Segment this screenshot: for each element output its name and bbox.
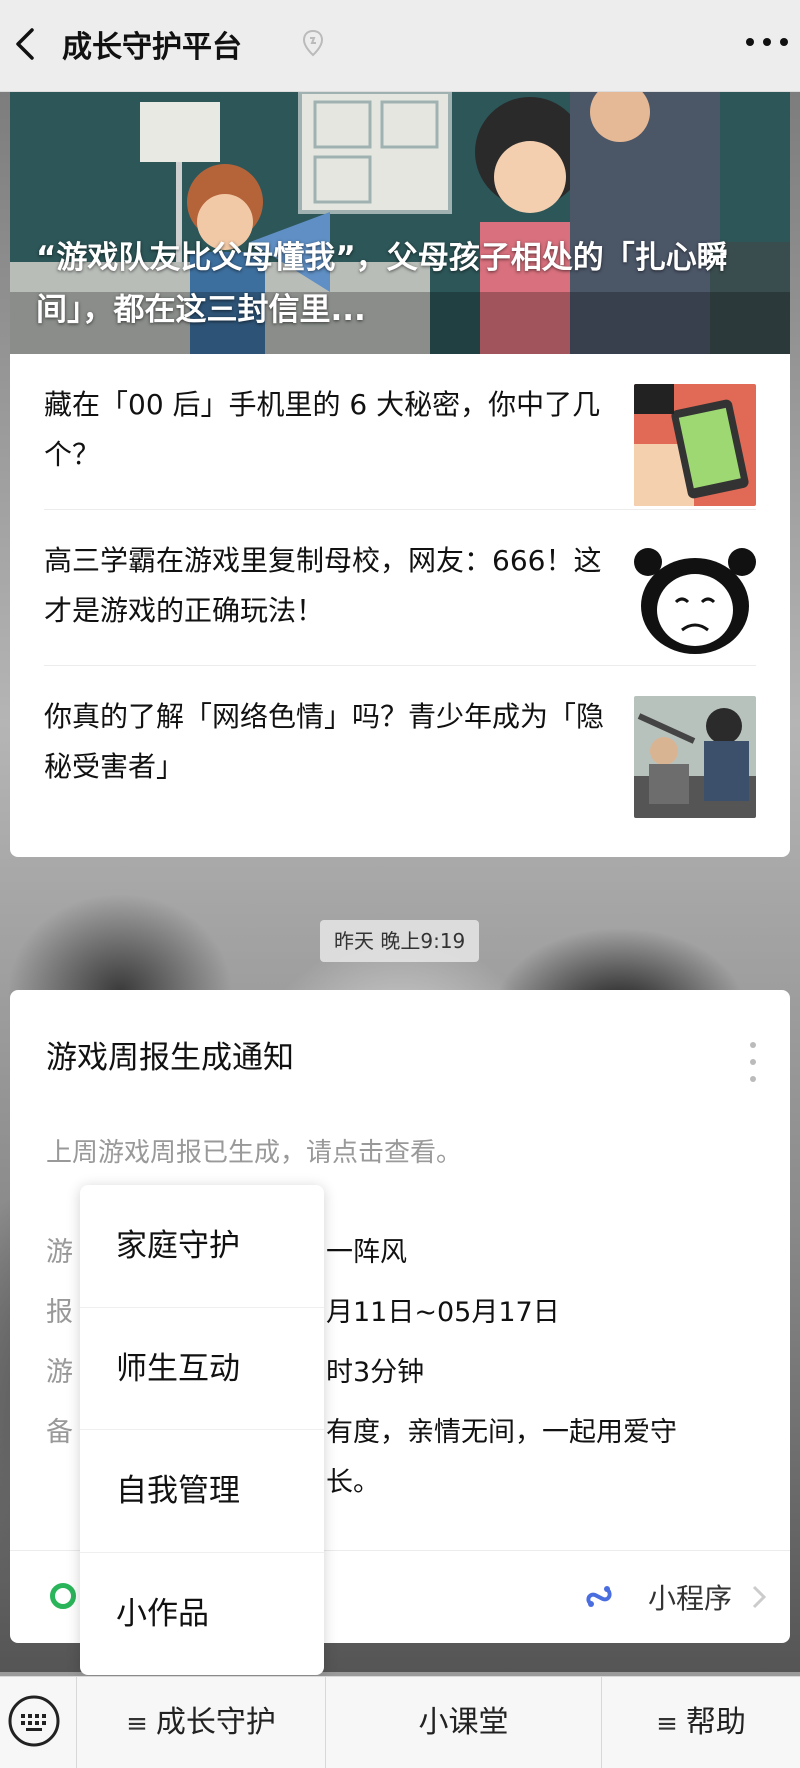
notification-title: 游戏周报生成通知 [46,1040,294,1076]
article-thumbnail [634,696,756,818]
more-options-icon[interactable] [744,36,790,48]
menu-tab-label: 帮助 [685,1705,746,1740]
field-value: 月11日~05月17日 [326,1297,560,1328]
cover-image[interactable]: “游戏队友比父母懂我”，父母孩子相处的「扎心瞬间」，都在这三封信里... [10,92,790,354]
article-title: 你真的了解「网络色情」吗？青少年成为「隐秘受害者」 [44,700,605,783]
menu-list-icon: ≡ [656,1709,678,1739]
menu-tab-label: 小课堂 [418,1705,509,1740]
article-thumbnail [634,384,756,506]
article-thumbnail [634,540,756,662]
menu-tab-classroom[interactable]: 小课堂 [326,1677,602,1768]
field-value: 时3分钟 [326,1357,425,1388]
menu-tab-label: 成长守护 [155,1705,276,1740]
article-card[interactable]: “游戏队友比父母懂我”，父母孩子相处的「扎心瞬间」，都在这三封信里... 藏在「… [10,92,790,857]
submenu-item-works[interactable]: 小作品 [80,1553,324,1676]
keyboard-toggle-icon[interactable] [6,1693,62,1749]
article-list-item[interactable]: 高三学霸在游戏里复制母校，网友：666！这才是游戏的正确玩法！ [44,510,756,666]
article-list-item[interactable]: 藏在「00 后」手机里的 6 大秘密，你中了几个？ [44,354,756,510]
notification-description: 上周游戏周报已生成，请点击查看。 [46,1138,463,1168]
article-list-item[interactable]: 你真的了解「网络色情」吗？青少年成为「隐秘受害者」 [44,666,756,822]
submenu-item-teacher-student[interactable]: 师生互动 [80,1308,324,1430]
submenu-item-family[interactable]: 家庭守护 [80,1185,324,1308]
mini-program-icon [586,1586,612,1607]
field-value: 一阵风 [326,1237,407,1268]
page-title: 成长守护平台 [62,30,242,65]
cover-headline: “游戏队友比父母懂我”，父母孩子相处的「扎心瞬间」，都在这三封信里... [36,240,728,328]
submenu-popup: 家庭守护 师生互动 自我管理 小作品 [80,1185,324,1675]
top-nav-bar: 成长守护平台 [0,0,800,92]
back-arrow-icon[interactable] [10,24,40,64]
field-value: 有度，亲情无间，一起用爱守 [326,1417,677,1448]
message-timestamp: 昨天 晚上9:19 [320,920,480,962]
mini-program-logo-icon [50,1583,76,1609]
article-title: 藏在「00 后」手机里的 6 大秘密，你中了几个？ [44,388,601,471]
menu-list-icon: ≡ [126,1709,148,1739]
menu-tab-growth-guard[interactable]: ≡ 成长守护 [76,1677,326,1768]
chevron-right-icon [752,1585,767,1609]
submenu-item-self-management[interactable]: 自我管理 [80,1430,324,1553]
field-value: 长。 [326,1467,380,1498]
menu-tab-help[interactable]: ≡ 帮助 [602,1677,800,1768]
card-menu-icon[interactable] [746,1040,760,1084]
article-title: 高三学霸在游戏里复制母校，网友：666！这才是游戏的正确玩法！ [44,544,602,627]
verified-badge-icon [302,29,324,57]
bottom-menu-bar: ≡ 成长守护 小课堂 ≡ 帮助 [0,1676,800,1768]
mini-program-label[interactable]: 小程序 [648,1577,732,1617]
